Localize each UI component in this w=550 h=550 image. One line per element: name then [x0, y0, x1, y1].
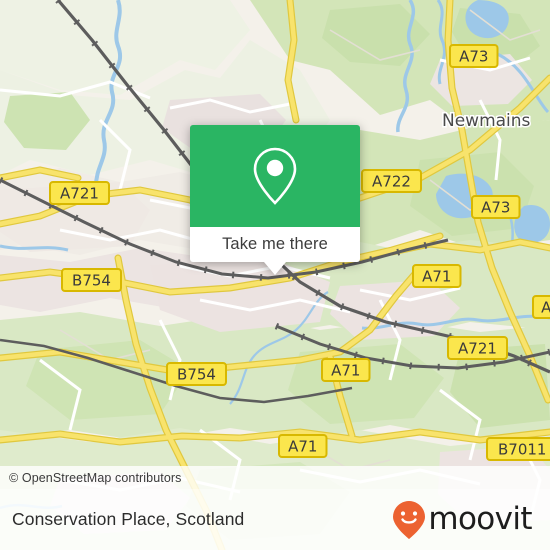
road-shield: A71 — [412, 264, 462, 288]
road-shield-label: B7011 — [498, 441, 546, 459]
road-shield: A721 — [447, 336, 508, 360]
road-shield-label: A7 — [541, 299, 550, 317]
road-shield: A71 — [321, 358, 371, 382]
take-me-there-label: Take me there — [222, 235, 328, 253]
road-shield-label: A71 — [331, 362, 360, 380]
road-shield-label: A721 — [458, 340, 497, 358]
road-shield: B754 — [166, 362, 227, 386]
moovit-pin-smiley-icon — [393, 500, 426, 539]
road-shield-label: A722 — [372, 173, 411, 191]
road-shield-label: A71 — [422, 268, 451, 286]
road-shield-label: A71 — [288, 438, 317, 456]
bottom-info-bar: Conservation Place, Scotland moovit — [0, 489, 550, 550]
popup-action-bar[interactable]: Take me there — [190, 227, 360, 262]
attribution-text: © OpenStreetMap contributors — [9, 470, 182, 485]
place-title: Conservation Place, Scotland — [12, 509, 245, 529]
location-popup-card[interactable]: Take me there — [190, 125, 360, 275]
map-pin-icon — [253, 147, 297, 205]
popup-header — [190, 125, 360, 227]
map-screenshot: Newmains A73 A722 A73 A721 B754 A71 A7 A721 B754… — [0, 0, 550, 550]
road-shield: A73 — [471, 195, 521, 219]
road-shield: A73 — [449, 44, 499, 68]
place-label: Newmains — [442, 111, 531, 131]
road-shield: A721 — [49, 181, 110, 205]
road-shield: A7 — [532, 295, 550, 319]
moovit-wordmark: moovit — [428, 501, 532, 537]
road-shield-label: B754 — [177, 366, 216, 384]
road-shield: A722 — [361, 169, 422, 193]
road-shield: A71 — [278, 434, 328, 458]
road-shield: B754 — [61, 268, 122, 292]
road-shield-label: A73 — [481, 199, 510, 217]
popup-pointer — [264, 262, 286, 275]
moovit-logo[interactable]: moovit — [392, 500, 533, 540]
road-shield-label: A73 — [459, 48, 488, 66]
map-attribution[interactable]: © OpenStreetMap contributors — [0, 466, 550, 489]
place-label-layer: Newmains — [441, 110, 533, 133]
road-shield-label: A721 — [60, 185, 99, 203]
road-shield: B7011 — [486, 437, 550, 461]
road-shield-label: B754 — [72, 272, 111, 290]
